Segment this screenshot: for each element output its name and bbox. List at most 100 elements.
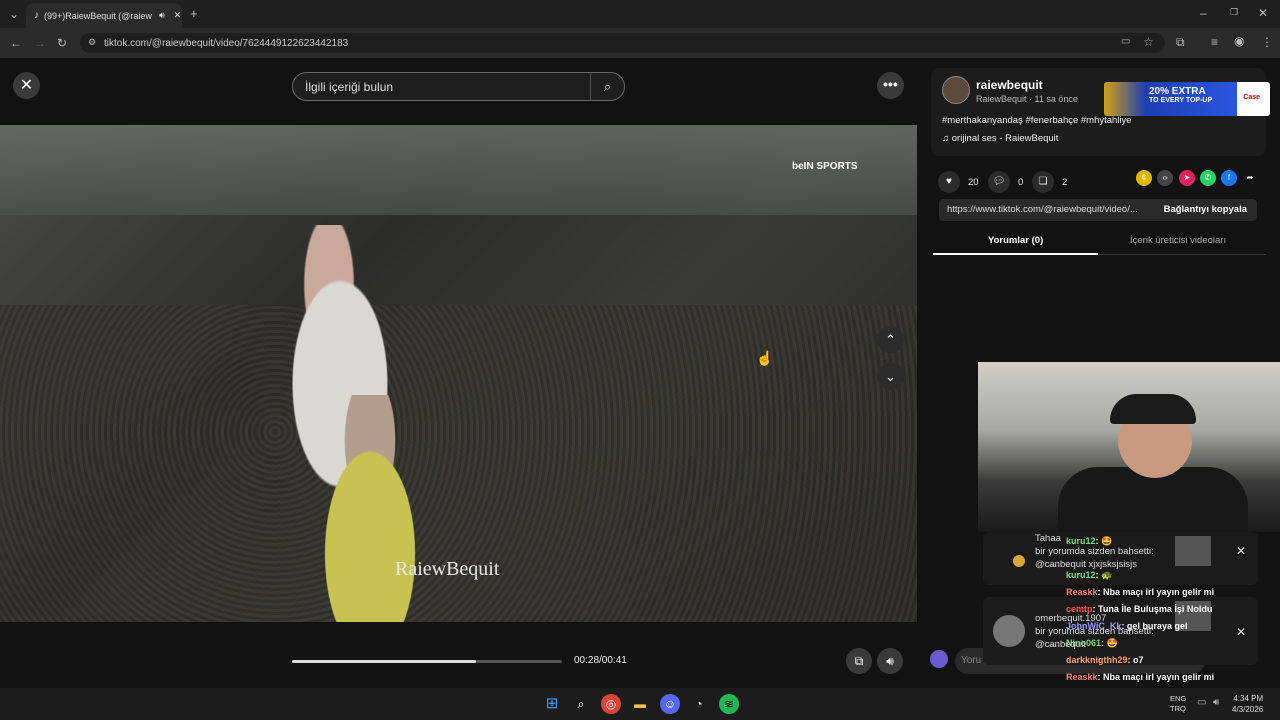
chat-message: cemtp: Tuna İle Buluşma İşi Noldu <box>1066 604 1212 614</box>
close-window-icon[interactable]: ✕ <box>1258 7 1268 19</box>
browser-menu-icon[interactable]: ⋮ <box>1261 36 1273 48</box>
link-field[interactable]: https://www.tiktok.com/@raiewbequit/vide… <box>939 199 1257 221</box>
close-notification-icon[interactable]: ✕ <box>1236 544 1246 558</box>
next-video-button[interactable]: ⌄ <box>877 363 904 390</box>
chat-message: kuru12: 🐢 <box>1066 570 1112 581</box>
chat-message: kuru12: 🤩 <box>1066 536 1112 547</box>
pip-button[interactable]: ⧉ <box>846 648 872 674</box>
chat-text: : o7 <box>1127 655 1144 665</box>
site-info-icon[interactable]: ⚙ <box>88 38 96 47</box>
more-options-button[interactable]: ••• <box>877 72 904 99</box>
previous-video-button[interactable]: ⌃ <box>877 326 904 353</box>
chat-user: kuru12 <box>1066 570 1096 580</box>
comment-icon[interactable]: 💬︎ <box>988 171 1010 193</box>
tab-list-icon[interactable]: ⌄ <box>9 8 19 20</box>
facebook-icon[interactable]: f <box>1221 170 1237 186</box>
close-video-button[interactable]: ✕ <box>13 72 40 99</box>
embed-icon[interactable]: ‹› <box>1157 170 1173 186</box>
mouse-cursor-icon: ☝ <box>756 350 774 366</box>
heart-icon[interactable]: ♥ <box>938 171 960 193</box>
coin-icon[interactable]: ¢ <box>1136 170 1152 186</box>
restore-icon[interactable]: ❐ <box>1230 8 1238 17</box>
taskbar-search-icon[interactable]: ⌕ <box>571 694 591 714</box>
sound-link[interactable]: ♫ orijinal ses - RaiewBequit <box>942 133 1058 144</box>
cast-icon[interactable]: ▭ <box>1121 37 1130 47</box>
volume-tray-icon[interactable]: 🔊︎ <box>1213 698 1219 708</box>
video-player[interactable]: beIN SPORTS RaiewBequit <box>0 125 917 622</box>
video-progress-fill <box>292 660 476 663</box>
tiktok-favicon-icon: ♪ <box>34 10 39 21</box>
chat-text: : 🤩 <box>1101 638 1118 648</box>
chat-text: : Nba maçı irl yayın gelir mi <box>1097 672 1215 682</box>
ad-banner[interactable]: 20% EXTRA TO EVERY TOP-UP Case <box>1104 82 1270 116</box>
minimize-icon[interactable]: – <box>1200 7 1207 19</box>
streamer-webcam <box>978 362 1280 532</box>
bookmark-star-icon[interactable]: ☆ <box>1143 36 1154 48</box>
browser-tab[interactable]: ♪ (99+)RaiewBequit (@raiew 🔊︎ ✕ <box>26 3 182 28</box>
chat-message: JohnWiC_Kk: gel buraya gel <box>1066 621 1187 631</box>
whatsapp-icon[interactable]: ✆ <box>1200 170 1216 186</box>
chat-message: Reaskk: Nba maçı irl yayın gelir mi <box>1066 672 1214 682</box>
notification-badge-icon <box>1013 555 1025 567</box>
browser-tab-strip: ⌄ ♪ (99+)RaiewBequit (@raiew 🔊︎ ✕ + – ❐ … <box>0 0 1280 28</box>
bookmark-icon[interactable]: ❏ <box>1032 171 1054 193</box>
chrome-icon[interactable]: ◎ <box>601 694 621 714</box>
notification-1[interactable]: Tahaa bir yorumda sizden bahsetti: @canb… <box>983 532 1258 585</box>
back-icon[interactable]: ← <box>10 37 22 49</box>
close-notification-icon[interactable]: ✕ <box>1236 625 1246 639</box>
address-bar-row: ← → ↻ ⚙ tiktok.com/@raiewbequit/video/76… <box>0 28 1280 58</box>
file-explorer-icon[interactable]: ▬ <box>630 694 650 714</box>
search-input[interactable]: İlgili içeriği bulun ⌕ <box>292 72 625 101</box>
like-count: 20 <box>968 176 979 188</box>
streamer-cap <box>1110 394 1196 424</box>
save-stat[interactable]: ❏ 2 <box>1032 171 1067 193</box>
active-tab-indicator <box>933 253 1098 255</box>
author-username[interactable]: raiewbequit <box>976 78 1043 92</box>
lang-primary: ENG <box>1170 694 1187 703</box>
network-icon[interactable]: ▭ <box>1197 698 1206 708</box>
stadium-banner <box>0 125 917 215</box>
speaker-icon[interactable]: 🔊︎ <box>159 10 165 21</box>
reading-list-icon[interactable]: ≡ <box>1211 36 1218 48</box>
comment-count: 0 <box>1018 176 1024 188</box>
send-icon[interactable]: ➤ <box>1179 170 1195 186</box>
app-icon[interactable]: ◔ <box>689 694 709 714</box>
chat-text: : Tuna İle Buluşma İşi Noldu <box>1092 604 1213 614</box>
tab-comments[interactable]: Yorumlar (0) <box>988 235 1043 246</box>
tab-creator-videos[interactable]: İçerik üreticisi videoları <box>1130 235 1226 246</box>
url-field[interactable]: ⚙ tiktok.com/@raiewbequit/video/76244491… <box>80 33 1165 53</box>
share-arrow-icon[interactable]: ➦ <box>1242 170 1258 186</box>
copy-link-button[interactable]: Bağlantıyı kopyala <box>1153 199 1257 221</box>
video-progress-bar[interactable] <box>292 660 562 663</box>
close-tab-icon[interactable]: ✕ <box>174 10 182 21</box>
new-tab-icon[interactable]: + <box>190 7 198 20</box>
notification-avatar <box>993 615 1025 647</box>
windows-start-icon[interactable]: ⊞ <box>542 694 562 714</box>
sound-name: orijinal ses - RaiewBequit <box>951 133 1059 144</box>
volume-button[interactable]: 🔊︎ <box>877 648 903 674</box>
comment-placeholder: Yoru <box>961 655 982 666</box>
link-url: https://www.tiktok.com/@raiewbequit/vide… <box>947 204 1138 215</box>
chat-text: : Nba maçı irl yayın gelir mi <box>1097 587 1215 597</box>
forward-icon[interactable]: → <box>34 37 46 49</box>
author-subline: RaiewBequit · 11 sa önce <box>976 94 1078 104</box>
save-count: 2 <box>1062 176 1068 188</box>
profile-avatar-icon[interactable]: ◉ <box>1234 35 1244 47</box>
reload-icon[interactable]: ↻ <box>57 37 67 49</box>
chat-message: Nino061: 🤩 <box>1066 638 1118 649</box>
author-avatar[interactable] <box>942 76 970 104</box>
extensions-icon[interactable]: ⧉ <box>1176 36 1185 48</box>
chat-user: Nino061 <box>1066 638 1102 648</box>
system-clock[interactable]: 4:34 PM 4/3/2026 <box>1232 693 1263 715</box>
spotify-icon[interactable]: ≋ <box>719 694 739 714</box>
like-stat[interactable]: ♥ 20 <box>938 171 979 193</box>
comment-stat[interactable]: 💬︎ 0 <box>988 171 1023 193</box>
language-indicator[interactable]: ENG TRQ <box>1170 694 1186 714</box>
search-icon[interactable]: ⌕ <box>590 73 624 100</box>
video-watermark: RaiewBequit <box>395 558 500 580</box>
ad-brand: Case <box>1243 94 1260 101</box>
lang-secondary: TRQ <box>1170 703 1186 713</box>
my-avatar <box>930 650 948 668</box>
tab-divider <box>1098 254 1266 255</box>
discord-icon[interactable]: ☺ <box>660 694 680 714</box>
